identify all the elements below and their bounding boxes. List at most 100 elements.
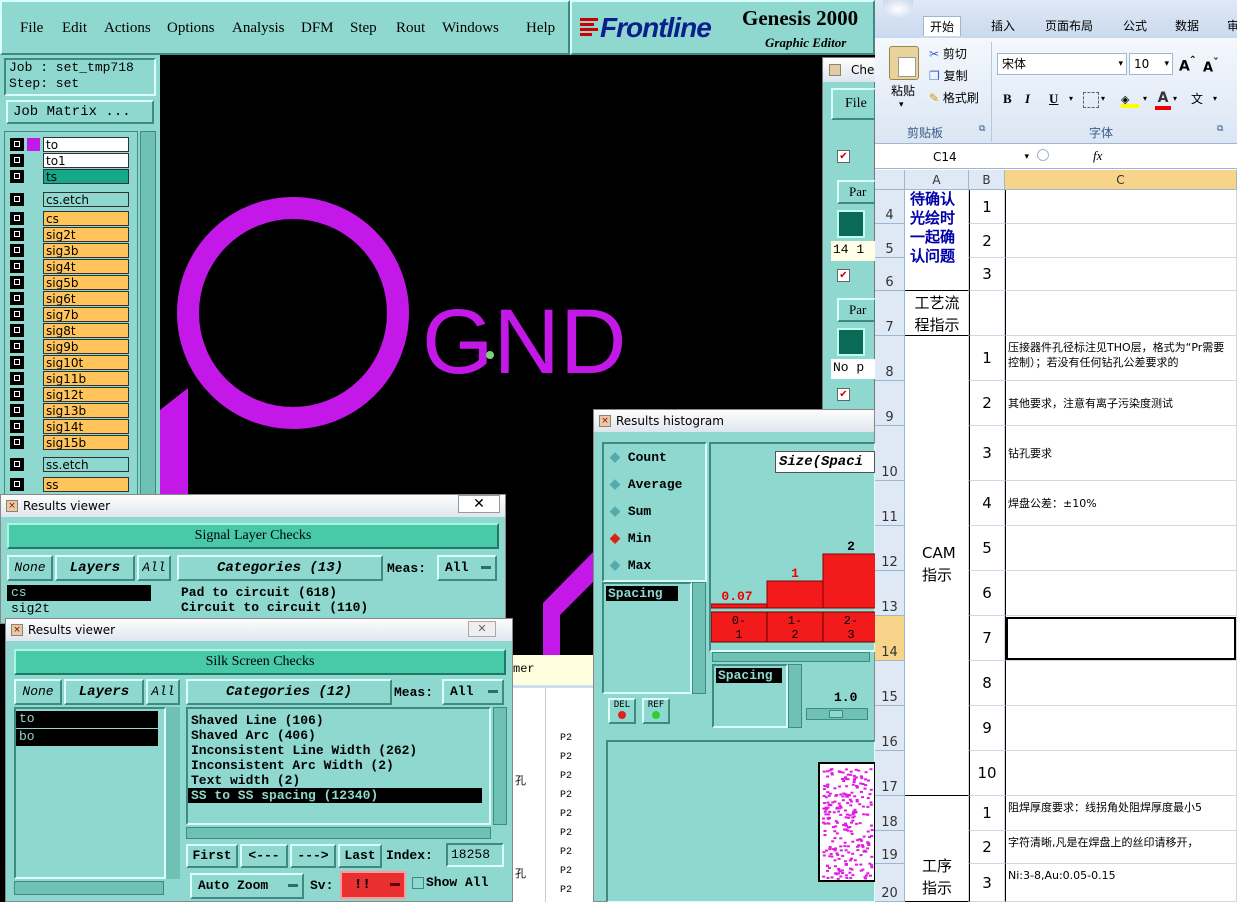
cell-a-merged[interactable] [905, 291, 969, 336]
none-button[interactable]: None [7, 555, 53, 581]
font-size-dropdown[interactable]: 10 ▾ [1129, 53, 1173, 75]
paste-icon[interactable] [889, 46, 919, 80]
paste-label[interactable]: 粘贴 [891, 82, 915, 99]
radio-diamond-icon[interactable]: ◆ [610, 504, 628, 519]
run-icon[interactable] [837, 210, 865, 238]
border-icon[interactable] [1083, 92, 1099, 108]
layer-checkbox[interactable] [10, 138, 24, 151]
layer-checkbox[interactable] [10, 388, 24, 401]
layer-list[interactable]: to bo [14, 707, 166, 879]
check-mark-icon[interactable]: ✔ [837, 150, 850, 163]
stat-option-min[interactable]: ◆ Min [610, 531, 651, 546]
cell-c[interactable]: 焊盘公差：±10% [1005, 481, 1237, 526]
radio-diamond-icon[interactable]: ◆ [610, 558, 628, 573]
layer-row[interactable]: sig10t [10, 355, 129, 370]
select-all-corner[interactable] [875, 170, 905, 190]
row-header[interactable]: 12 [875, 526, 905, 571]
cell-c[interactable] [1005, 258, 1237, 291]
layer-row[interactable]: ts [10, 169, 129, 184]
ribbon-tab[interactable]: 审 [1221, 16, 1237, 35]
list-item-selected[interactable]: SS to SS spacing (12340) [188, 788, 482, 803]
italic-button[interactable]: I [1025, 91, 1030, 107]
font-color-icon[interactable]: A [1155, 90, 1171, 110]
layer-checkbox[interactable] [10, 372, 24, 385]
shrink-font-icon[interactable]: Aˇ [1203, 56, 1218, 75]
row-header[interactable]: 11 [875, 481, 905, 526]
cell-c[interactable] [1005, 616, 1237, 661]
last-button[interactable]: Last [338, 844, 382, 868]
layer-name[interactable]: sig5b [43, 275, 129, 290]
cell-b[interactable]: 3 [969, 258, 1005, 291]
column-header-c[interactable]: C [1005, 170, 1237, 190]
par-button-1[interactable]: Par [837, 180, 876, 204]
auto-zoom-dropdown[interactable]: Auto Zoom [190, 873, 304, 899]
cell-c[interactable] [1005, 190, 1237, 224]
layer-row[interactable]: sig7b [10, 307, 129, 322]
scale-slider[interactable] [806, 708, 868, 720]
row-header[interactable]: 14 [875, 616, 905, 661]
cell-b[interactable]: 2 [969, 831, 1005, 864]
layer-checkbox[interactable] [10, 228, 24, 241]
layer-scrollbar[interactable] [166, 707, 180, 879]
row-header[interactable]: 5 [875, 224, 905, 258]
list-item[interactable]: bo [16, 729, 158, 746]
menu-analysis[interactable]: Analysis [232, 20, 285, 37]
index-field[interactable]: 18258 [446, 843, 504, 867]
layer-row[interactable]: sig2t [10, 227, 129, 242]
layer-checkbox[interactable] [10, 308, 24, 321]
row-header[interactable]: 18 [875, 796, 905, 831]
cell-a-merged[interactable] [905, 336, 969, 796]
layer-row[interactable]: sig4t [10, 259, 129, 274]
fill-arrow-icon[interactable]: ▾ [1143, 94, 1147, 103]
list-scrollbar[interactable] [692, 582, 706, 694]
cell-b[interactable]: 3 [969, 864, 1005, 902]
layer-row[interactable]: sig9b [10, 339, 129, 354]
layer-checkbox[interactable] [10, 193, 24, 206]
cell-c[interactable]: 压接器件孔径标注见THO层，格式为“Pr需要控制）；若没有任何钻孔公差要求的 [1005, 336, 1237, 381]
copy-button[interactable]: ❐ 复制 [929, 67, 968, 84]
row-header[interactable]: 4 [875, 190, 905, 224]
cell-c[interactable]: Ni:3-8,Au:0.05-0.15 [1005, 864, 1237, 902]
menu-edit[interactable]: Edit [62, 20, 87, 37]
cell-c[interactable] [1005, 751, 1237, 796]
layer-name[interactable]: cs [43, 211, 129, 226]
cell-a-merged[interactable] [905, 190, 969, 291]
par-button-2[interactable]: Par [837, 298, 876, 322]
list-item[interactable]: Inconsistent Arc Width (2) [188, 758, 489, 773]
font-name-dropdown[interactable]: 宋体 ▾ [997, 53, 1127, 75]
office-button-icon[interactable] [883, 0, 913, 18]
layer-name[interactable]: to [43, 137, 129, 152]
severity-dropdown[interactable]: !! [340, 871, 406, 899]
layer-name[interactable]: sig7b [43, 307, 129, 322]
list-item[interactable]: Spacing [716, 668, 782, 683]
cell-b[interactable]: 3 [969, 426, 1005, 481]
list-item[interactable]: cs [7, 585, 151, 601]
menu-windows[interactable]: Windows [442, 20, 499, 37]
cell-b[interactable]: 9 [969, 706, 1005, 751]
cell-c[interactable]: 字符清晰,凡是在焊盘上的丝印请移开， [1005, 831, 1237, 864]
chart-scrollbar[interactable] [712, 652, 870, 662]
close-icon[interactable]: ✕ [468, 621, 496, 637]
cell-b[interactable]: 8 [969, 661, 1005, 706]
layer-checkbox[interactable] [10, 170, 24, 183]
cut-button[interactable]: ✂ 剪切 [929, 45, 967, 62]
cell-c[interactable] [1005, 661, 1237, 706]
layer-row[interactable]: sig13b [10, 403, 129, 418]
categories-button[interactable]: Categories (13) [177, 555, 383, 581]
grow-font-icon[interactable]: Aˆ [1179, 54, 1196, 75]
layer-row[interactable]: cs.etch [10, 192, 129, 207]
horizontal-scrollbar[interactable] [14, 881, 164, 895]
job-matrix-button[interactable]: Job Matrix ... [6, 100, 154, 124]
layer-name[interactable]: sig12t [43, 387, 129, 402]
show-all-checkbox[interactable] [412, 877, 424, 889]
menu-file[interactable]: File [20, 20, 43, 37]
row-header[interactable]: 6 [875, 258, 905, 291]
row-header[interactable]: 20 [875, 864, 905, 902]
menu-dfm[interactable]: DFM [301, 20, 334, 37]
cell-c[interactable] [1005, 291, 1237, 336]
layer-checkbox[interactable] [10, 212, 24, 225]
layer-row[interactable]: sig8t [10, 323, 129, 338]
cell-b[interactable]: 1 [969, 190, 1005, 224]
row-header[interactable]: 8 [875, 336, 905, 381]
dialog-launcher-icon[interactable]: ⧉ [979, 124, 985, 134]
